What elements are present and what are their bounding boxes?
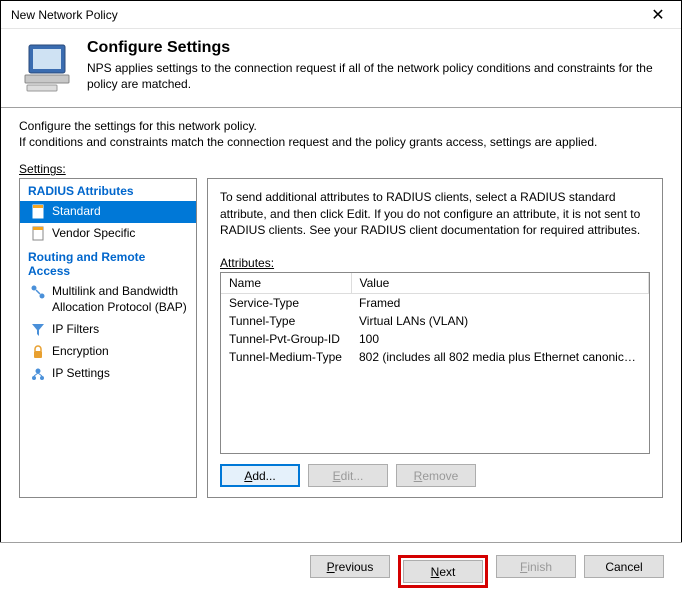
table-row[interactable]: Tunnel-Medium-Type 802 (includes all 802… [221, 348, 649, 366]
table-row[interactable]: Tunnel-Type Virtual LANs (VLAN) [221, 312, 649, 330]
cell-name: Service-Type [221, 293, 351, 312]
footer: Previous Next Finish Cancel [0, 542, 682, 600]
sidebar-item-ip-filters[interactable]: IP Filters [20, 319, 196, 341]
instruction-line1: Configure the settings for this network … [19, 118, 663, 134]
attributes-table-wrap: Name Value Service-Type Framed Tunnel-Ty… [220, 272, 650, 454]
attribute-buttons: Add... Edit... Remove [220, 464, 650, 487]
cell-name: Tunnel-Medium-Type [221, 348, 351, 366]
header-icon [21, 39, 75, 93]
sidebar-item-label: IP Filters [52, 322, 190, 338]
col-value[interactable]: Value [351, 273, 649, 294]
sidebar-item-label: IP Settings [52, 366, 190, 382]
document-icon [30, 226, 46, 242]
cell-value: Framed [351, 293, 649, 312]
sidebar-item-standard[interactable]: Standard [20, 201, 196, 223]
filter-icon [30, 322, 46, 338]
table-row[interactable]: Service-Type Framed [221, 293, 649, 312]
sidebar-item-vendor-specific[interactable]: Vendor Specific [20, 223, 196, 245]
sidebar-item-label: Encryption [52, 344, 190, 360]
next-button[interactable]: Next [403, 560, 483, 583]
header: Configure Settings NPS applies settings … [1, 29, 681, 107]
col-name[interactable]: Name [221, 273, 351, 294]
sidebar: RADIUS Attributes Standard Vendor Specif… [19, 178, 197, 498]
window-title: New Network Policy [11, 8, 118, 22]
network-icon [30, 366, 46, 382]
attributes-table[interactable]: Name Value Service-Type Framed Tunnel-Ty… [221, 273, 649, 366]
main-panel: RADIUS Attributes Standard Vendor Specif… [1, 178, 681, 498]
previous-button[interactable]: Previous [310, 555, 390, 578]
next-highlight: Next [398, 555, 488, 588]
sidebar-item-ip-settings[interactable]: IP Settings [20, 363, 196, 385]
remove-button[interactable]: Remove [396, 464, 476, 487]
cell-name: Tunnel-Type [221, 312, 351, 330]
sidebar-item-label: Multilink and Bandwidth Allocation Proto… [52, 284, 190, 315]
settings-label: Settings: [1, 158, 681, 178]
lock-icon [30, 344, 46, 360]
attributes-label: Attributes: [220, 256, 650, 270]
cell-name: Tunnel-Pvt-Group-ID [221, 330, 351, 348]
sidebar-group-routing: Routing and Remote Access [20, 245, 196, 281]
page-title: Configure Settings [87, 39, 665, 57]
cell-value: Virtual LANs (VLAN) [351, 312, 649, 330]
network-icon [30, 284, 46, 300]
sidebar-item-label: Standard [52, 204, 190, 220]
sidebar-item-label: Vendor Specific [52, 226, 190, 242]
table-header-row: Name Value [221, 273, 649, 294]
cell-value: 802 (includes all 802 media plus Etherne… [351, 348, 649, 366]
document-icon [30, 204, 46, 220]
titlebar: New Network Policy ✕ [1, 1, 681, 29]
instructions: Configure the settings for this network … [1, 108, 681, 158]
instruction-line2: If conditions and constraints match the … [19, 134, 663, 150]
cancel-button[interactable]: Cancel [584, 555, 664, 578]
sidebar-item-encryption[interactable]: Encryption [20, 341, 196, 363]
edit-button[interactable]: Edit... [308, 464, 388, 487]
table-row[interactable]: Tunnel-Pvt-Group-ID 100 [221, 330, 649, 348]
page-description: NPS applies settings to the connection r… [87, 60, 665, 92]
sidebar-group-radius: RADIUS Attributes [20, 179, 196, 201]
header-text: Configure Settings NPS applies settings … [87, 39, 665, 93]
content-description: To send additional attributes to RADIUS … [220, 189, 650, 238]
cell-value: 100 [351, 330, 649, 348]
close-button[interactable]: ✕ [643, 5, 673, 25]
finish-button[interactable]: Finish [496, 555, 576, 578]
sidebar-item-multilink[interactable]: Multilink and Bandwidth Allocation Proto… [20, 281, 196, 318]
add-button[interactable]: Add... [220, 464, 300, 487]
content-panel: To send additional attributes to RADIUS … [207, 178, 663, 498]
